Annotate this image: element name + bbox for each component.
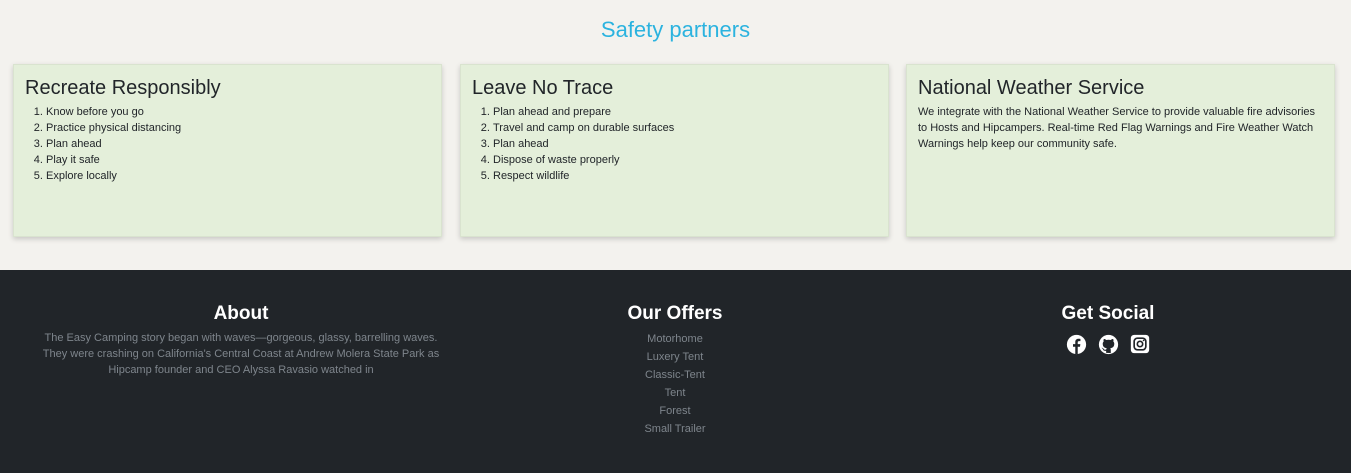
- github-icon[interactable]: [1097, 333, 1119, 355]
- card-title: Leave No Trace: [472, 77, 614, 99]
- card-description: We integrate with the National Weather S…: [918, 106, 1316, 150]
- site-footer: About The Easy Camping story began with …: [0, 270, 1351, 473]
- social-icons: [1008, 333, 1208, 355]
- footer-social: Get Social: [1008, 302, 1208, 355]
- offer-link[interactable]: Classic-Tent: [575, 366, 775, 384]
- card-list: Know before you go Practice physical dis…: [25, 104, 430, 184]
- footer-social-title: Get Social: [1061, 303, 1155, 324]
- card-national-weather-service: National Weather Service We integrate wi…: [906, 64, 1335, 237]
- footer-about: About The Easy Camping story began with …: [40, 302, 442, 378]
- card-list: Plan ahead and prepare Travel and camp o…: [472, 104, 877, 184]
- footer-about-title: About: [213, 303, 269, 324]
- list-item: Plan ahead and prepare: [493, 104, 877, 120]
- list-item: Travel and camp on durable surfaces: [493, 120, 877, 136]
- card-recreate-responsibly: Recreate Responsibly Know before you go …: [13, 64, 442, 237]
- list-item: Plan ahead: [493, 136, 877, 152]
- list-item: Respect wildlife: [493, 168, 877, 184]
- card-leave-no-trace: Leave No Trace Plan ahead and prepare Tr…: [460, 64, 889, 237]
- instagram-icon[interactable]: [1129, 333, 1151, 355]
- list-item: Dispose of waste properly: [493, 152, 877, 168]
- footer-offers: Our Offers Motorhome Luxery Tent Classic…: [575, 302, 775, 438]
- offer-link[interactable]: Small Trailer: [575, 420, 775, 438]
- offer-link[interactable]: Luxery Tent: [575, 348, 775, 366]
- list-item: Play it safe: [46, 152, 430, 168]
- list-item: Explore locally: [46, 168, 430, 184]
- list-item: Plan ahead: [46, 136, 430, 152]
- offer-link[interactable]: Tent: [575, 384, 775, 402]
- offer-link[interactable]: Forest: [575, 402, 775, 420]
- footer-about-text: The Easy Camping story began with waves—…: [42, 332, 440, 376]
- offer-link[interactable]: Motorhome: [575, 330, 775, 348]
- card-title: National Weather Service: [918, 77, 1145, 99]
- safety-partners-section: Safety partners Recreate Responsibly Kno…: [0, 0, 1351, 270]
- footer-offers-title: Our Offers: [627, 303, 723, 324]
- section-title: Safety partners: [600, 17, 751, 42]
- list-item: Practice physical distancing: [46, 120, 430, 136]
- list-item: Know before you go: [46, 104, 430, 120]
- facebook-icon[interactable]: [1065, 333, 1087, 355]
- offers-list: Motorhome Luxery Tent Classic-Tent Tent …: [575, 330, 775, 438]
- card-title: Recreate Responsibly: [25, 77, 221, 99]
